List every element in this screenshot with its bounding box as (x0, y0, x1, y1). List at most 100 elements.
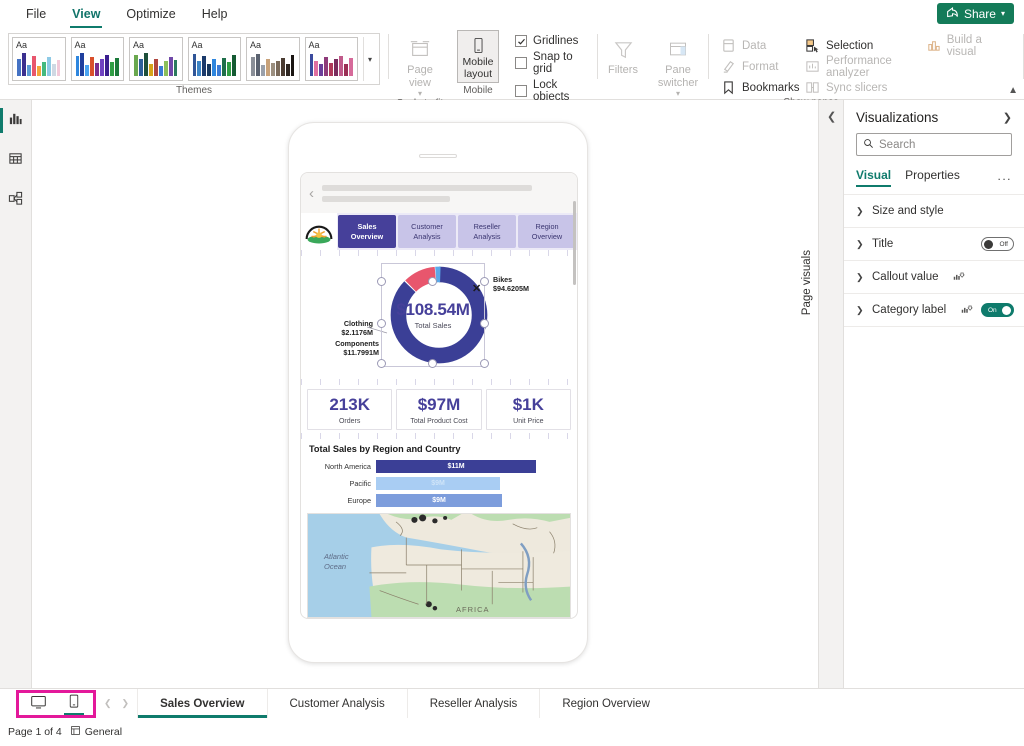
format-section-callout-value[interactable]: ❯ Callout value (844, 260, 1024, 293)
monitor-icon (30, 694, 47, 715)
visualizations-tabs: Visual Properties ... (844, 164, 1024, 188)
status-bar: Page 1 of 4 General (0, 718, 1024, 746)
map-continent-label: AFRICA (456, 605, 490, 614)
bar-chart-visual[interactable]: Total Sales by Region and Country North … (301, 439, 577, 507)
donut-visual[interactable]: $108.54M Total Sales ✕ (307, 259, 571, 377)
filter-icon (612, 34, 635, 64)
expand-chevron-icon[interactable]: ❯ (1003, 111, 1012, 124)
resize-handle[interactable] (377, 277, 386, 286)
show-panes-col-3: Build a visual (920, 32, 1003, 55)
share-button[interactable]: Share ▾ (937, 3, 1014, 24)
page-tab-sales-overview[interactable]: Sales Overview (137, 689, 266, 718)
theme-swatch-bars (134, 52, 178, 76)
page-tab-reseller-analysis[interactable]: Reseller Analysis (407, 689, 540, 718)
ribbon-group-page-options: Gridlines Snap to grid Lock objects Page… (505, 28, 597, 99)
mobile-tab-customer-analysis[interactable]: Customer Analysis (398, 215, 456, 248)
theme-swatch[interactable]: Aa (129, 37, 183, 81)
tab-visual[interactable]: Visual (856, 164, 891, 188)
collapse-chevron-icon[interactable]: ❮ (827, 110, 836, 123)
themes-more-button[interactable]: ▾ (363, 37, 376, 81)
pane-button-bookmarks[interactable]: Bookmarks (721, 78, 793, 97)
pane-switcher-icon (667, 34, 689, 64)
selection-icon (805, 38, 820, 53)
power-bi-desktop-window: File View Optimize Help Share ▾ Aa (0, 0, 1024, 746)
theme-swatch[interactable]: Aa (71, 37, 125, 81)
tab-properties[interactable]: Properties (905, 164, 960, 188)
checkbox-snap-to-grid[interactable]: Snap to grid (515, 51, 583, 75)
checkbox-gridlines[interactable]: Gridlines (515, 35, 583, 47)
search-box[interactable] (856, 133, 1012, 156)
conditional-formatting-icon[interactable] (953, 270, 965, 285)
checkbox-label: Gridlines (533, 35, 578, 47)
mobile-tab-region-overview[interactable]: Region Overview (518, 215, 576, 248)
menu-item-help[interactable]: Help (190, 2, 240, 27)
kpi-card-total-product-cost[interactable]: $97M Total Product Cost (396, 389, 481, 430)
bar-category-label: Europe (309, 496, 371, 505)
resize-handle[interactable] (377, 359, 386, 368)
menu-item-file[interactable]: File (14, 2, 58, 27)
format-section-category-label[interactable]: ❯ Category label On (844, 293, 1024, 326)
resize-handle[interactable] (480, 359, 489, 368)
theme-swatch[interactable]: Aa (12, 37, 66, 81)
model-icon (8, 191, 23, 211)
rail-item-model-view[interactable] (3, 190, 29, 212)
kpi-card-orders[interactable]: 213K Orders (307, 389, 392, 430)
donut-visual-container[interactable]: $108.54M Total Sales ✕ (301, 256, 577, 377)
resize-handle[interactable] (377, 319, 386, 328)
donut-label-components: Components $11.7991M (309, 339, 379, 357)
theme-swatch-text: Aa (16, 40, 27, 50)
ribbon-collapse-button[interactable]: ▲ (1008, 85, 1018, 96)
pane-label: Bookmarks (742, 82, 800, 94)
ribbon-group-label-mobile: Mobile (451, 85, 505, 99)
bar-europe[interactable]: $9M (376, 494, 502, 507)
ribbon: Aa Aa Aa (0, 28, 1024, 100)
resize-handle[interactable] (428, 359, 437, 368)
more-options-icon[interactable]: ... (997, 169, 1012, 183)
rail-item-report-view[interactable] (3, 110, 29, 132)
show-panes-col-2: Selection Performance analyzer Sync slic… (799, 32, 920, 97)
checkbox-unchecked-icon (515, 57, 527, 69)
category-label-toggle[interactable]: On (981, 303, 1014, 317)
rail-item-table-view[interactable] (3, 150, 29, 172)
resize-handle[interactable] (428, 277, 437, 286)
search-input[interactable] (879, 139, 1024, 151)
mobile-tab-reseller-analysis[interactable]: Reseller Analysis (458, 215, 516, 248)
pane-button-selection[interactable]: Selection (805, 36, 914, 55)
kpi-card-unit-price[interactable]: $1K Unit Price (486, 389, 571, 430)
resize-handle[interactable] (480, 319, 489, 328)
back-arrow-icon[interactable]: ‹ (309, 186, 314, 201)
pane-label: Data (742, 40, 766, 52)
label-name: Components (335, 339, 379, 348)
section-label: General (85, 726, 122, 738)
mobile-layout-button-bottom[interactable] (61, 694, 87, 714)
menu-item-view[interactable]: View (60, 2, 112, 27)
title-toggle[interactable]: Off (981, 237, 1014, 251)
mobile-tab-sales-overview[interactable]: Sales Overview (338, 215, 396, 248)
next-page-icon[interactable]: ❯ (122, 698, 130, 709)
tab-line2: Overview (351, 232, 383, 241)
format-section-size-and-style[interactable]: ❯ Size and style (844, 194, 1024, 227)
map-visual[interactable]: AtlanticOcean AFRICA (307, 513, 571, 618)
header-skeleton-line (322, 196, 450, 202)
menu-item-optimize[interactable]: Optimize (114, 2, 187, 27)
theme-swatch[interactable]: Aa (305, 37, 359, 81)
conditional-formatting-icon[interactable] (961, 303, 973, 318)
theme-swatch[interactable]: Aa (188, 37, 242, 81)
section-status[interactable]: General (70, 725, 122, 739)
prev-page-icon[interactable]: ❮ (104, 698, 112, 709)
bar-category-label: North America (309, 462, 371, 471)
ribbon-group-themes: Aa Aa Aa (0, 28, 388, 99)
pane-label: Selection (826, 40, 873, 52)
page-tab-customer-analysis[interactable]: Customer Analysis (267, 689, 407, 718)
toggle-knob (1002, 306, 1011, 315)
mobile-layout-button[interactable]: Mobile layout (457, 30, 499, 83)
theme-swatch[interactable]: Aa (246, 37, 300, 81)
page-tab-region-overview[interactable]: Region Overview (539, 689, 672, 718)
bar-pacific[interactable]: $9M (376, 477, 500, 490)
bar-north-america[interactable]: $11M (376, 460, 536, 473)
resize-handle[interactable] (480, 277, 489, 286)
phone-canvas-scrollbar[interactable] (573, 201, 576, 285)
pane-button-format: Format (721, 57, 793, 76)
format-section-title[interactable]: ❯ Title Off (844, 227, 1024, 260)
desktop-layout-button[interactable] (25, 694, 51, 714)
